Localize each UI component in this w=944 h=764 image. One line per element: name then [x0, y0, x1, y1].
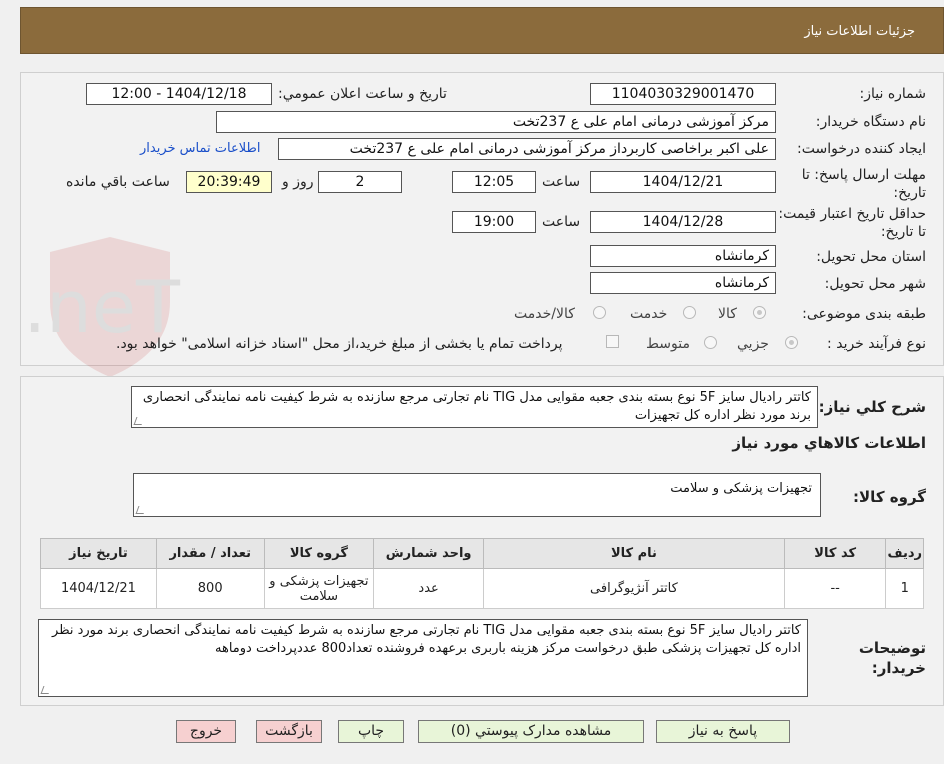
goods-table-header-row: ردیف کد کالا نام کالا واحد شمارش گروه کا…	[40, 538, 924, 569]
process-medium-label: متوسط	[646, 336, 690, 352]
resize-handle-icon[interactable]	[133, 417, 145, 425]
goods-group-textarea[interactable]: تجهیزات پزشکی و سلامت	[133, 473, 821, 517]
cell-quantity: 800	[155, 568, 265, 609]
price-validity-time-field: 19:00	[452, 211, 536, 233]
remaining-days-label: روز و	[282, 174, 314, 190]
category-goods-service-radio[interactable]	[593, 306, 606, 319]
col-row-number: ردیف	[885, 538, 924, 569]
attachments-button[interactable]: مشاهده مدارک پیوستي (0)	[418, 720, 644, 743]
process-type-label: نوع فرآیند خرید :	[827, 336, 926, 352]
process-minor-label: جزیي	[737, 336, 769, 352]
summary-label: شرح کلي نیاز:	[818, 398, 926, 416]
respond-button[interactable]: پاسخ به نیاز	[656, 720, 790, 743]
col-need-date: تاریخ نیاز	[40, 538, 157, 569]
table-row: 1 -- کاتتر آنژیوگرافی عدد تجهیزات پزشکی …	[40, 568, 924, 609]
price-validity-time-label: ساعت	[542, 214, 581, 230]
summary-text: کاتتر رادیال سایز 5F نوع بسته بندی جعبه …	[142, 390, 811, 423]
requester-field: علی اکبر براخاصی کاربرداز مرکز آموزشی در…	[278, 138, 776, 160]
buyer-contact-link[interactable]: اطلاعات تماس خریدار	[140, 141, 260, 156]
col-goods-code: کد کالا	[783, 538, 887, 569]
need-number-field: 1104030329001470	[590, 83, 776, 105]
remaining-time-label: ساعت باقي مانده	[66, 174, 170, 190]
delivery-province-label: استان محل تحویل:	[816, 249, 926, 265]
col-goods-group: گروه کالا	[263, 538, 375, 569]
category-goods-label: کالا	[718, 306, 737, 322]
summary-textarea[interactable]: کاتتر رادیال سایز 5F نوع بسته بندی جعبه …	[131, 386, 818, 428]
requester-label: ایجاد کننده درخواست:	[797, 141, 926, 157]
goods-group-text: تجهیزات پزشکی و سلامت	[670, 481, 812, 496]
cell-need-date: 1404/12/21	[40, 568, 157, 609]
category-label: طبقه بندی موضوعی:	[802, 306, 926, 322]
category-service-radio[interactable]	[683, 306, 696, 319]
goods-group-label: گروه کالا:	[853, 488, 926, 506]
buyer-org-label: نام دستگاه خریدار:	[815, 114, 926, 130]
remaining-days-field: 2	[318, 171, 402, 193]
delivery-city-label: شهر محل تحویل:	[824, 276, 926, 292]
print-button[interactable]: چاپ	[338, 720, 404, 743]
category-goods-radio[interactable]	[753, 306, 766, 319]
response-time-label: ساعت	[542, 174, 581, 190]
announce-datetime-field: 1404/12/18 - 12:00	[86, 83, 272, 105]
col-quantity: تعداد / مقدار	[155, 538, 265, 569]
response-time-field: 12:05	[452, 171, 536, 193]
goods-table: ردیف کد کالا نام کالا واحد شمارش گروه کا…	[40, 538, 924, 609]
back-button[interactable]: بازگشت	[256, 720, 322, 743]
resize-handle-icon[interactable]	[40, 686, 52, 694]
response-deadline-label: مهلت ارسال پاسخ: تا تاریخ:	[801, 167, 926, 201]
cell-goods-code: --	[783, 568, 887, 609]
delivery-city-field: کرمانشاه	[590, 272, 776, 294]
buyer-notes-label: توضیحات خریدار:	[858, 639, 926, 677]
cell-goods-name: کاتتر آنژیوگرافی	[482, 568, 785, 609]
cell-unit: عدد	[373, 568, 484, 609]
delivery-province-field: کرمانشاه	[590, 245, 776, 267]
page-header: جزئیات اطلاعات نیاز	[20, 7, 944, 54]
response-date-field: 1404/12/21	[590, 171, 776, 193]
category-service-label: خدمت	[630, 306, 668, 322]
resize-handle-icon[interactable]	[135, 506, 147, 514]
cell-goods-group: تجهیزات پزشکی و سلامت	[263, 568, 375, 609]
goods-section-title: اطلاعات کالاهاي مورد نیاز	[732, 434, 926, 452]
treasury-payment-note: پرداخت تمام یا بخشی از مبلغ خرید،از محل …	[116, 336, 563, 352]
buyer-notes-text: کاتتر رادیال سایز 5F نوع بسته بندی جعبه …	[52, 623, 801, 656]
buyer-org-field: مرکز آموزشی درمانی امام علی ع 237تخت	[216, 111, 776, 133]
cell-row-number: 1	[885, 568, 924, 609]
price-validity-date-field: 1404/12/28	[590, 211, 776, 233]
col-goods-name: نام کالا	[482, 538, 785, 569]
remaining-time-field: 20:39:49	[186, 171, 272, 193]
buyer-notes-textarea[interactable]: کاتتر رادیال سایز 5F نوع بسته بندی جعبه …	[38, 619, 808, 697]
col-unit: واحد شمارش	[373, 538, 484, 569]
exit-button[interactable]: خروج	[176, 720, 236, 743]
need-number-label: شماره نیاز:	[859, 86, 927, 102]
treasury-payment-checkbox[interactable]	[606, 335, 619, 348]
page-title: جزئیات اطلاعات نیاز	[804, 24, 915, 39]
process-medium-radio[interactable]	[704, 336, 717, 349]
price-validity-label: حداقل تاریخ اعتبار قیمت: تا تاریخ:	[778, 206, 926, 240]
process-minor-radio[interactable]	[785, 336, 798, 349]
category-goods-service-label: کالا/خدمت	[514, 306, 575, 322]
announce-datetime-label: تاریخ و ساعت اعلان عمومي:	[278, 86, 447, 102]
